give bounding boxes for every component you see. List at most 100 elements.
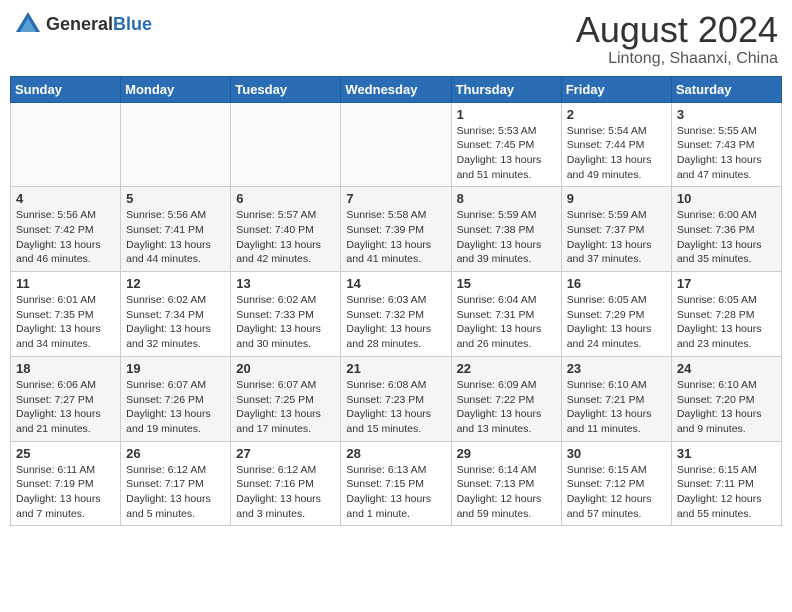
- weekday-label: Wednesday: [341, 76, 451, 102]
- logo-icon: [14, 10, 42, 38]
- day-detail: Sunrise: 6:15 AM Sunset: 7:12 PM Dayligh…: [567, 463, 666, 522]
- calendar-day-cell: 25 Sunrise: 6:11 AM Sunset: 7:19 PM Dayli…: [11, 441, 121, 526]
- calendar-week-row: 11 Sunrise: 6:01 AM Sunset: 7:35 PM Dayli…: [11, 272, 782, 357]
- day-number: 25: [16, 446, 115, 461]
- day-detail: Sunrise: 6:08 AM Sunset: 7:23 PM Dayligh…: [346, 378, 445, 437]
- day-detail: Sunrise: 6:11 AM Sunset: 7:19 PM Dayligh…: [16, 463, 115, 522]
- day-number: 1: [457, 107, 556, 122]
- day-detail: Sunrise: 6:05 AM Sunset: 7:29 PM Dayligh…: [567, 293, 666, 352]
- day-number: 18: [16, 361, 115, 376]
- day-detail: Sunrise: 6:05 AM Sunset: 7:28 PM Dayligh…: [677, 293, 776, 352]
- weekday-label: Saturday: [671, 76, 781, 102]
- calendar-day-cell: 6 Sunrise: 5:57 AM Sunset: 7:40 PM Daylig…: [231, 187, 341, 272]
- day-detail: Sunrise: 5:59 AM Sunset: 7:38 PM Dayligh…: [457, 208, 556, 267]
- day-number: 27: [236, 446, 335, 461]
- day-detail: Sunrise: 6:01 AM Sunset: 7:35 PM Dayligh…: [16, 293, 115, 352]
- day-detail: Sunrise: 6:15 AM Sunset: 7:11 PM Dayligh…: [677, 463, 776, 522]
- calendar-day-cell: 29 Sunrise: 6:14 AM Sunset: 7:13 PM Dayli…: [451, 441, 561, 526]
- day-detail: Sunrise: 5:56 AM Sunset: 7:42 PM Dayligh…: [16, 208, 115, 267]
- day-number: 29: [457, 446, 556, 461]
- calendar-day-cell: 21 Sunrise: 6:08 AM Sunset: 7:23 PM Dayli…: [341, 356, 451, 441]
- calendar-day-cell: 11 Sunrise: 6:01 AM Sunset: 7:35 PM Dayli…: [11, 272, 121, 357]
- day-number: 19: [126, 361, 225, 376]
- weekday-label: Thursday: [451, 76, 561, 102]
- calendar-day-cell: 20 Sunrise: 6:07 AM Sunset: 7:25 PM Dayli…: [231, 356, 341, 441]
- day-number: 11: [16, 276, 115, 291]
- day-number: 3: [677, 107, 776, 122]
- day-detail: Sunrise: 5:54 AM Sunset: 7:44 PM Dayligh…: [567, 124, 666, 183]
- day-number: 30: [567, 446, 666, 461]
- calendar-day-cell: 2 Sunrise: 5:54 AM Sunset: 7:44 PM Daylig…: [561, 102, 671, 187]
- day-detail: Sunrise: 6:03 AM Sunset: 7:32 PM Dayligh…: [346, 293, 445, 352]
- day-number: 20: [236, 361, 335, 376]
- calendar-day-cell: 3 Sunrise: 5:55 AM Sunset: 7:43 PM Daylig…: [671, 102, 781, 187]
- day-number: 23: [567, 361, 666, 376]
- day-number: 14: [346, 276, 445, 291]
- calendar-day-cell: 12Sunrise: 6:02 AM Sunset: 7:34 PM Dayli…: [121, 272, 231, 357]
- day-detail: Sunrise: 6:07 AM Sunset: 7:26 PM Dayligh…: [126, 378, 225, 437]
- calendar-day-cell: [341, 102, 451, 187]
- day-number: 22: [457, 361, 556, 376]
- day-number: 17: [677, 276, 776, 291]
- calendar-day-cell: 19 Sunrise: 6:07 AM Sunset: 7:26 PM Dayli…: [121, 356, 231, 441]
- day-detail: Sunrise: 6:04 AM Sunset: 7:31 PM Dayligh…: [457, 293, 556, 352]
- day-number: 10: [677, 191, 776, 206]
- day-number: 31: [677, 446, 776, 461]
- day-detail: Sunrise: 6:06 AM Sunset: 7:27 PM Dayligh…: [16, 378, 115, 437]
- calendar-day-cell: [231, 102, 341, 187]
- day-number: 21: [346, 361, 445, 376]
- day-detail: Sunrise: 5:55 AM Sunset: 7:43 PM Dayligh…: [677, 124, 776, 183]
- weekday-header-row: SundayMondayTuesdayWednesdayThursdayFrid…: [11, 76, 782, 102]
- day-detail: Sunrise: 5:56 AM Sunset: 7:41 PM Dayligh…: [126, 208, 225, 267]
- day-detail: Sunrise: 6:10 AM Sunset: 7:20 PM Dayligh…: [677, 378, 776, 437]
- calendar-week-row: 25 Sunrise: 6:11 AM Sunset: 7:19 PM Dayli…: [11, 441, 782, 526]
- logo-general-text: General: [46, 14, 113, 34]
- weekday-label: Tuesday: [231, 76, 341, 102]
- logo-blue-text: Blue: [113, 14, 152, 34]
- day-detail: Sunrise: 6:07 AM Sunset: 7:25 PM Dayligh…: [236, 378, 335, 437]
- calendar-day-cell: 9 Sunrise: 5:59 AM Sunset: 7:37 PM Daylig…: [561, 187, 671, 272]
- weekday-label: Monday: [121, 76, 231, 102]
- calendar-week-row: 18 Sunrise: 6:06 AM Sunset: 7:27 PM Dayli…: [11, 356, 782, 441]
- calendar-day-cell: 27 Sunrise: 6:12 AM Sunset: 7:16 PM Dayli…: [231, 441, 341, 526]
- logo: GeneralBlue: [14, 10, 152, 38]
- month-title: August 2024: [576, 10, 778, 50]
- day-detail: Sunrise: 6:10 AM Sunset: 7:21 PM Dayligh…: [567, 378, 666, 437]
- calendar-day-cell: 1Sunrise: 5:53 AM Sunset: 7:45 PM Daylig…: [451, 102, 561, 187]
- calendar-day-cell: 5 Sunrise: 5:56 AM Sunset: 7:41 PM Daylig…: [121, 187, 231, 272]
- calendar-day-cell: 31 Sunrise: 6:15 AM Sunset: 7:11 PM Dayli…: [671, 441, 781, 526]
- calendar-day-cell: [11, 102, 121, 187]
- day-detail: Sunrise: 6:00 AM Sunset: 7:36 PM Dayligh…: [677, 208, 776, 267]
- day-detail: Sunrise: 5:57 AM Sunset: 7:40 PM Dayligh…: [236, 208, 335, 267]
- calendar-day-cell: 28Sunrise: 6:13 AM Sunset: 7:15 PM Dayli…: [341, 441, 451, 526]
- day-number: 4: [16, 191, 115, 206]
- calendar-body: 1Sunrise: 5:53 AM Sunset: 7:45 PM Daylig…: [11, 102, 782, 526]
- day-detail: Sunrise: 6:12 AM Sunset: 7:16 PM Dayligh…: [236, 463, 335, 522]
- weekday-label: Sunday: [11, 76, 121, 102]
- calendar-day-cell: 13Sunrise: 6:02 AM Sunset: 7:33 PM Dayli…: [231, 272, 341, 357]
- day-number: 2: [567, 107, 666, 122]
- day-detail: Sunrise: 6:09 AM Sunset: 7:22 PM Dayligh…: [457, 378, 556, 437]
- calendar-day-cell: 4 Sunrise: 5:56 AM Sunset: 7:42 PM Daylig…: [11, 187, 121, 272]
- calendar-day-cell: 18 Sunrise: 6:06 AM Sunset: 7:27 PM Dayli…: [11, 356, 121, 441]
- calendar-day-cell: [121, 102, 231, 187]
- calendar-day-cell: 26Sunrise: 6:12 AM Sunset: 7:17 PM Dayli…: [121, 441, 231, 526]
- day-number: 15: [457, 276, 556, 291]
- day-number: 5: [126, 191, 225, 206]
- day-number: 6: [236, 191, 335, 206]
- weekday-label: Friday: [561, 76, 671, 102]
- day-detail: Sunrise: 6:02 AM Sunset: 7:33 PM Dayligh…: [236, 293, 335, 352]
- calendar-table: SundayMondayTuesdayWednesdayThursdayFrid…: [10, 76, 782, 527]
- day-number: 9: [567, 191, 666, 206]
- day-detail: Sunrise: 5:59 AM Sunset: 7:37 PM Dayligh…: [567, 208, 666, 267]
- location-title: Lintong, Shaanxi, China: [576, 50, 778, 68]
- calendar-week-row: 1Sunrise: 5:53 AM Sunset: 7:45 PM Daylig…: [11, 102, 782, 187]
- day-detail: Sunrise: 6:14 AM Sunset: 7:13 PM Dayligh…: [457, 463, 556, 522]
- day-number: 26: [126, 446, 225, 461]
- day-number: 24: [677, 361, 776, 376]
- calendar-day-cell: 24 Sunrise: 6:10 AM Sunset: 7:20 PM Dayli…: [671, 356, 781, 441]
- day-detail: Sunrise: 5:58 AM Sunset: 7:39 PM Dayligh…: [346, 208, 445, 267]
- day-number: 8: [457, 191, 556, 206]
- calendar-day-cell: 23 Sunrise: 6:10 AM Sunset: 7:21 PM Dayli…: [561, 356, 671, 441]
- calendar-day-cell: 22 Sunrise: 6:09 AM Sunset: 7:22 PM Dayli…: [451, 356, 561, 441]
